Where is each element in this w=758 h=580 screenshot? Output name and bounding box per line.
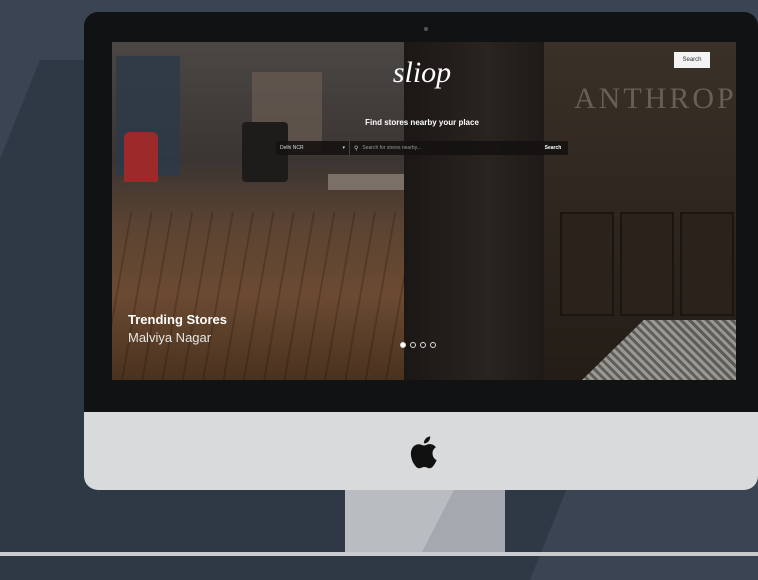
trending-location[interactable]: Malviya Nagar xyxy=(128,330,211,345)
search-placeholder: Search for stores nearby... xyxy=(362,145,421,151)
carousel-dot[interactable] xyxy=(410,342,416,348)
camera-dot xyxy=(424,27,428,31)
trending-title: Trending Stores xyxy=(128,312,227,327)
floor-line xyxy=(0,552,758,556)
carousel-dot[interactable] xyxy=(430,342,436,348)
city-select-value: Delhi NCR xyxy=(280,145,304,151)
site-logo[interactable]: sliop xyxy=(382,56,462,90)
website-screen: ANTHROP Search sliop Find stores nearby … xyxy=(112,42,736,380)
carousel-dot[interactable] xyxy=(400,342,406,348)
carousel-dot[interactable] xyxy=(420,342,426,348)
door-panel xyxy=(560,212,614,316)
search-submit-button[interactable]: Search xyxy=(538,141,568,155)
store-sign: ANTHROP xyxy=(574,82,736,115)
door-panel xyxy=(620,212,674,316)
hero-tagline: Find stores nearby your place xyxy=(365,118,479,127)
carousel-dots xyxy=(400,342,436,348)
search-input[interactable]: ⚲ Search for stores nearby... xyxy=(350,141,538,155)
search-bar: Delhi NCR ▾ ⚲ Search for stores nearby..… xyxy=(276,141,568,155)
wood-floor xyxy=(112,212,412,380)
dark-column xyxy=(404,42,544,380)
display-table xyxy=(328,174,412,190)
chevron-down-icon: ▾ xyxy=(342,145,345,151)
mannequin xyxy=(124,132,158,182)
search-icon: ⚲ xyxy=(354,145,359,152)
door-panel xyxy=(680,212,734,316)
apple-logo-icon xyxy=(410,436,437,469)
city-select[interactable]: Delhi NCR ▾ xyxy=(276,141,350,155)
top-search-button[interactable]: Search xyxy=(674,52,710,68)
